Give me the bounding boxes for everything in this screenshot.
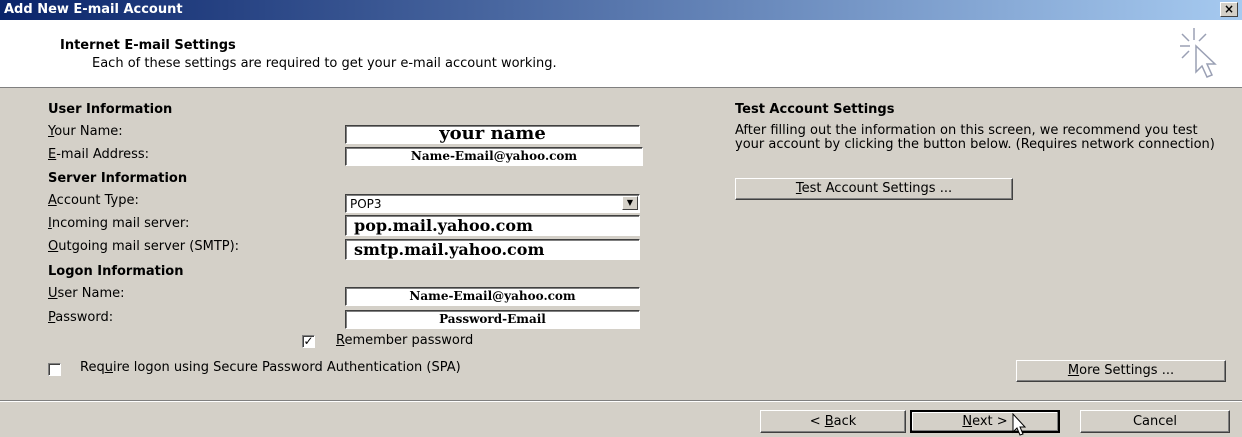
user-name-field[interactable]: Name-Email@yahoo.com: [345, 287, 640, 306]
user-info-heading: User Information: [48, 102, 173, 117]
check-icon: ✓: [303, 334, 314, 348]
your-name-field[interactable]: your name: [345, 125, 640, 144]
window-title: Add New E-mail Account: [4, 2, 183, 17]
server-info-heading: Server Information: [48, 171, 188, 186]
cancel-button[interactable]: Cancel: [1080, 410, 1230, 433]
test-account-settings-button[interactable]: Test Account Settings ...: [735, 178, 1013, 200]
footer-divider: [0, 400, 1242, 402]
test-settings-description: After filling out the information on thi…: [735, 123, 1215, 152]
more-settings-button[interactable]: More Settings ...: [1016, 360, 1226, 382]
chevron-down-icon[interactable]: ▼: [622, 196, 638, 210]
next-button[interactable]: Next >: [910, 410, 1060, 433]
back-button[interactable]: < Back: [760, 410, 906, 433]
remember-password-checkbox[interactable]: ✓: [302, 335, 315, 348]
close-button[interactable]: ×: [1220, 2, 1238, 17]
page-subtitle: Each of these settings are required to g…: [92, 56, 557, 71]
user-name-label: User Name:: [48, 286, 125, 301]
spa-label[interactable]: Require logon using Secure Password Auth…: [80, 360, 461, 376]
password-label: Password:: [48, 310, 114, 325]
remember-password-label[interactable]: Remember password: [336, 333, 473, 349]
spa-checkbox[interactable]: [48, 363, 61, 376]
logon-info-heading: Logon Information: [48, 264, 184, 279]
page-title: Internet E-mail Settings: [60, 38, 236, 53]
outgoing-server-field[interactable]: smtp.mail.yahoo.com: [345, 239, 640, 260]
password-field[interactable]: Password-Email: [345, 310, 640, 329]
incoming-server-field[interactable]: pop.mail.yahoo.com: [345, 215, 640, 236]
your-name-label: Your Name:: [48, 124, 123, 139]
incoming-server-label: Incoming mail server:: [48, 216, 190, 231]
account-type-label: Account Type:: [48, 193, 139, 208]
new-account-sparkle-cursor-icon: [1180, 28, 1217, 78]
test-settings-heading: Test Account Settings: [735, 102, 895, 117]
header-banner: Internet E-mail Settings Each of these s…: [0, 20, 1242, 88]
email-address-field[interactable]: Name-Email@yahoo.com: [345, 147, 643, 166]
mouse-cursor-icon: [1012, 413, 1027, 436]
close-icon: ×: [1223, 2, 1235, 16]
title-bar: Add New E-mail Account ×: [0, 0, 1242, 20]
outgoing-server-label: Outgoing mail server (SMTP):: [48, 239, 240, 254]
email-address-label: E-mail Address:: [48, 147, 150, 162]
account-type-value: POP3: [350, 197, 382, 211]
account-type-select[interactable]: POP3 ▼: [345, 194, 640, 213]
